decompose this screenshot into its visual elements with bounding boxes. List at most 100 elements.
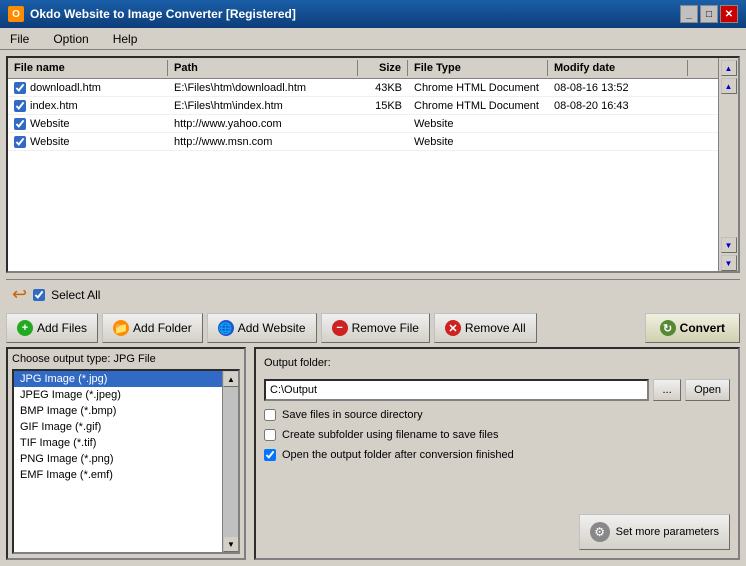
select-all-label: Select All [51, 288, 100, 302]
output-folder-label: Output folder: [264, 357, 730, 369]
row-checkbox-1[interactable] [14, 100, 26, 112]
add-website-button[interactable]: 🌐 Add Website [207, 313, 317, 343]
option-label-0: Save files in source directory [282, 409, 423, 421]
cell-size-3 [358, 141, 408, 143]
title-bar: O Okdo Website to Image Converter [Regis… [0, 0, 746, 28]
col-header-name: File name [8, 60, 168, 76]
convert-button[interactable]: ↻ Convert [645, 313, 740, 343]
type-item-2[interactable]: BMP Image (*.bmp) [14, 403, 222, 419]
cell-size-0: 43KB [358, 81, 408, 95]
option-row-0: Save files in source directory [264, 409, 730, 421]
set-params-label: Set more parameters [616, 526, 719, 538]
option-row-2: Open the output folder after conversion … [264, 449, 730, 461]
add-files-button[interactable]: + Add Files [6, 313, 98, 343]
close-button[interactable]: ✕ [720, 5, 738, 23]
set-params-button[interactable]: ⚙ Set more parameters [579, 514, 730, 550]
window-title: Okdo Website to Image Converter [Registe… [30, 7, 296, 21]
output-folder-panel: Output folder: ... Open Save files in so… [254, 347, 740, 560]
cell-path-2: http://www.yahoo.com [168, 117, 358, 131]
remove-file-icon: − [332, 320, 348, 336]
window-controls: _ □ ✕ [680, 5, 738, 23]
file-list-container: File name Path Size File Type Modify dat… [6, 56, 740, 273]
option-label-1: Create subfolder using filename to save … [282, 429, 498, 441]
col-header-type: File Type [408, 60, 548, 76]
remove-all-icon: ✕ [445, 320, 461, 336]
table-row: downloadl.htm E:\Files\htm\downloadl.htm… [8, 79, 718, 97]
scroll-down-button[interactable]: ▼ [721, 237, 737, 253]
minimize-button[interactable]: _ [680, 5, 698, 23]
cell-name-0: downloadl.htm [8, 81, 168, 95]
cell-name-3: Website [8, 135, 168, 149]
option-checkbox-1[interactable] [264, 429, 276, 441]
cell-date-1: 08-08-20 16:43 [548, 99, 688, 113]
bottom-panel: Choose output type: JPG File JPG Image (… [6, 347, 740, 560]
cell-path-1: E:\Files\htm\index.htm [168, 99, 358, 113]
gear-icon: ⚙ [590, 522, 610, 542]
list-scroll-up[interactable]: ▲ [223, 371, 239, 387]
cell-path-0: E:\Files\htm\downloadl.htm [168, 81, 358, 95]
cell-type-0: Chrome HTML Document [408, 81, 548, 95]
table-row: Website http://www.yahoo.com Website [8, 115, 718, 133]
cell-type-1: Chrome HTML Document [408, 99, 548, 113]
option-label-2: Open the output folder after conversion … [282, 449, 514, 461]
row-checkbox-0[interactable] [14, 82, 26, 94]
back-icon[interactable]: ↩ [12, 284, 27, 305]
scroll-up-button[interactable]: ▲ [721, 78, 737, 94]
scroll-arrows: ▲ ▲ ▼ ▼ [718, 58, 738, 271]
cell-date-3 [548, 141, 688, 143]
scroll-top-button[interactable]: ▲ [721, 60, 737, 76]
type-item-1[interactable]: JPEG Image (*.jpeg) [14, 387, 222, 403]
select-all-bar: ↩ Select All [6, 279, 740, 309]
row-checkbox-2[interactable] [14, 118, 26, 130]
menu-help[interactable]: Help [109, 30, 142, 48]
option-checkbox-2[interactable] [264, 449, 276, 461]
col-header-date: Modify date [548, 60, 688, 76]
table-row: index.htm E:\Files\htm\index.htm 15KB Ch… [8, 97, 718, 115]
add-website-icon: 🌐 [218, 320, 234, 336]
file-table: File name Path Size File Type Modify dat… [8, 58, 718, 271]
add-folder-icon: 📁 [113, 320, 129, 336]
table-row: Website http://www.msn.com Website [8, 133, 718, 151]
select-all-checkbox[interactable] [33, 289, 45, 301]
folder-path-row: ... Open [264, 379, 730, 401]
col-header-path: Path [168, 60, 358, 76]
type-item-3[interactable]: GIF Image (*.gif) [14, 419, 222, 435]
browse-button[interactable]: ... [653, 379, 681, 401]
table-body: downloadl.htm E:\Files\htm\downloadl.htm… [8, 79, 718, 151]
app-icon: O [8, 6, 24, 22]
open-button[interactable]: Open [685, 379, 730, 401]
type-item-0[interactable]: JPG Image (*.jpg) [14, 371, 222, 387]
type-list-container: JPG Image (*.jpg)JPEG Image (*.jpeg)BMP … [12, 369, 240, 554]
cell-size-2 [358, 123, 408, 125]
scroll-bottom-button[interactable]: ▼ [721, 255, 737, 271]
output-type-label: Choose output type: JPG File [12, 353, 240, 365]
list-scroll-down[interactable]: ▼ [223, 536, 239, 552]
option-checkbox-0[interactable] [264, 409, 276, 421]
cell-type-3: Website [408, 135, 548, 149]
menu-option[interactable]: Option [49, 30, 92, 48]
output-type-panel: Choose output type: JPG File JPG Image (… [6, 347, 246, 560]
remove-all-button[interactable]: ✕ Remove All [434, 313, 537, 343]
type-item-5[interactable]: PNG Image (*.png) [14, 451, 222, 467]
toolbar: + Add Files 📁 Add Folder 🌐 Add Website −… [6, 309, 740, 347]
option-row-1: Create subfolder using filename to save … [264, 429, 730, 441]
cell-type-2: Website [408, 117, 548, 131]
add-files-icon: + [17, 320, 33, 336]
type-item-6[interactable]: EMF Image (*.emf) [14, 467, 222, 483]
convert-icon: ↻ [660, 320, 676, 336]
menu-bar: File Option Help [0, 28, 746, 50]
type-item-4[interactable]: TIF Image (*.tif) [14, 435, 222, 451]
main-window: File name Path Size File Type Modify dat… [0, 50, 746, 566]
restore-button[interactable]: □ [700, 5, 718, 23]
row-checkbox-3[interactable] [14, 136, 26, 148]
remove-file-button[interactable]: − Remove File [321, 313, 430, 343]
output-type-selected: JPG File [114, 353, 156, 365]
folder-path-input[interactable] [264, 379, 649, 401]
cell-name-1: index.htm [8, 99, 168, 113]
cell-date-0: 08-08-16 13:52 [548, 81, 688, 95]
cell-path-3: http://www.msn.com [168, 135, 358, 149]
add-folder-button[interactable]: 📁 Add Folder [102, 313, 203, 343]
cell-size-1: 15KB [358, 99, 408, 113]
cell-name-2: Website [8, 117, 168, 131]
menu-file[interactable]: File [6, 30, 33, 48]
